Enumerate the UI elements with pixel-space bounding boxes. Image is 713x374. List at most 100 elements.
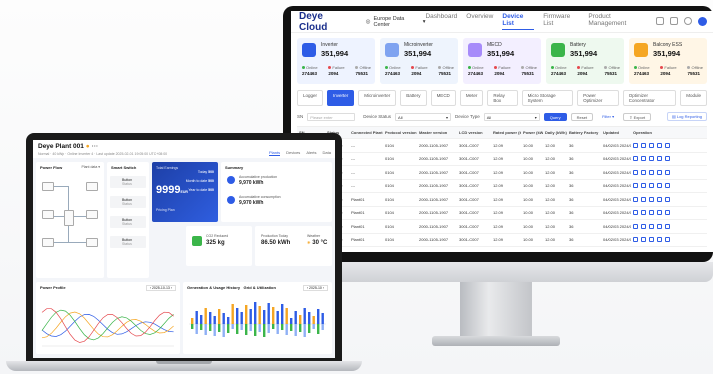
log-icon[interactable] bbox=[657, 210, 662, 216]
tab-inverter[interactable]: Inverter bbox=[327, 90, 355, 106]
table-row[interactable]: 2202109218OnlinePlant0101042000-1105-190… bbox=[297, 220, 707, 234]
upgrade-icon[interactable] bbox=[649, 196, 654, 202]
delete-icon[interactable] bbox=[665, 156, 670, 162]
view-icon[interactable] bbox=[633, 142, 638, 148]
edit-icon[interactable] bbox=[641, 196, 646, 202]
switch-item[interactable]: Button Status bbox=[110, 216, 146, 228]
table-row[interactable]: 2202109218Online---01042000-1105-1907300… bbox=[297, 139, 707, 153]
log-icon[interactable] bbox=[657, 183, 662, 189]
table-row[interactable]: 2202109218Online---01042000-1105-1907300… bbox=[297, 180, 707, 193]
stat-label: Failure bbox=[415, 65, 428, 70]
more-icon[interactable]: ⋯ bbox=[91, 143, 98, 150]
plant-tab-plants[interactable]: Plants bbox=[268, 150, 281, 156]
device-type-select[interactable]: All ▾ bbox=[483, 112, 540, 121]
gen-date-picker[interactable]: ‹ 2025-10 › bbox=[302, 285, 328, 291]
device-status-select[interactable]: All ▾ bbox=[395, 112, 452, 121]
plant-tab-data[interactable]: Data bbox=[323, 150, 331, 156]
nav-item-dashboard[interactable]: Dashboard bbox=[425, 13, 457, 30]
upgrade-icon[interactable] bbox=[649, 237, 654, 243]
view-icon[interactable] bbox=[633, 223, 638, 229]
delete-icon[interactable] bbox=[665, 169, 670, 175]
upgrade-icon[interactable] bbox=[649, 142, 654, 148]
table-row[interactable]: 2202109218Online---01042000-1105-1907300… bbox=[297, 153, 707, 166]
delete-icon[interactable] bbox=[665, 142, 670, 148]
log-icon[interactable] bbox=[657, 223, 662, 229]
edit-icon[interactable] bbox=[641, 223, 646, 229]
tab-battery[interactable]: Battery bbox=[400, 90, 427, 106]
view-icon[interactable] bbox=[633, 196, 638, 202]
view-icon[interactable] bbox=[633, 183, 638, 189]
tab-relay-box[interactable]: Relay Box bbox=[487, 90, 518, 106]
log-reporting-button[interactable]: ▤ Log Reporting bbox=[666, 112, 707, 121]
device-card-mecd[interactable]: MECD 351,994 Online 274463 Failure 2094 Offlin… bbox=[463, 38, 541, 84]
switch-item[interactable]: Button Status bbox=[110, 196, 146, 208]
status-dot-icon bbox=[551, 66, 554, 69]
view-icon[interactable] bbox=[633, 210, 638, 216]
tab-power-optimizer[interactable]: Power Optimizer bbox=[577, 90, 619, 106]
log-icon[interactable] bbox=[657, 169, 662, 175]
tab-meter[interactable]: Meter bbox=[459, 90, 484, 106]
tab-module[interactable]: Module bbox=[680, 90, 707, 106]
upgrade-icon[interactable] bbox=[649, 156, 654, 162]
avatar[interactable] bbox=[698, 17, 707, 26]
edit-icon[interactable] bbox=[641, 210, 646, 216]
pricing-plan-link[interactable]: Pricing Plan bbox=[156, 208, 175, 212]
delete-icon[interactable] bbox=[665, 223, 670, 229]
edit-icon[interactable] bbox=[641, 142, 646, 148]
table-row[interactable]: 2202109218OnlinePlant0101042000-1105-190… bbox=[297, 193, 707, 207]
device-card-battery[interactable]: Battery 351,994 Online 274463 Failure 2094 Off… bbox=[546, 38, 624, 84]
monitor-icon[interactable] bbox=[670, 17, 678, 25]
device-card-balcony-ess[interactable]: Balcony ESS 351,994 Online 274463 Failure 209… bbox=[629, 38, 707, 84]
device-card-inverter[interactable]: Inverter 351,994 Online 274463 Failure 2094 Of… bbox=[297, 38, 375, 84]
log-icon[interactable] bbox=[657, 142, 662, 148]
column-header: Daily (kWh) bbox=[545, 130, 567, 135]
tab-logger[interactable]: Logger bbox=[297, 90, 324, 106]
nav-item-product-management[interactable]: Product Management bbox=[588, 13, 646, 30]
log-icon[interactable] bbox=[657, 196, 662, 202]
delete-icon[interactable] bbox=[665, 183, 670, 189]
plant-data-dropdown[interactable]: Plant data ▾ bbox=[82, 165, 101, 169]
switch-item[interactable]: Button Status bbox=[110, 176, 146, 188]
settings-icon[interactable] bbox=[684, 17, 692, 25]
view-icon[interactable] bbox=[633, 169, 638, 175]
switch-item[interactable]: Button Status bbox=[110, 236, 146, 248]
edit-icon[interactable] bbox=[641, 183, 646, 189]
table-row[interactable]: 2202109218Online---01042000-1105-1907300… bbox=[297, 166, 707, 180]
edit-icon[interactable] bbox=[641, 237, 646, 243]
view-icon[interactable] bbox=[633, 156, 638, 162]
tab-microinverter[interactable]: Microinverter bbox=[358, 90, 397, 106]
sn-search-input[interactable]: Please enter bbox=[307, 112, 356, 121]
view-icon[interactable] bbox=[633, 237, 638, 243]
table-cell: 12.09 bbox=[491, 183, 521, 188]
profile-date-picker[interactable]: ‹ 2025-10-13 › bbox=[145, 285, 176, 291]
upgrade-icon[interactable] bbox=[649, 183, 654, 189]
upgrade-icon[interactable] bbox=[649, 169, 654, 175]
log-icon[interactable] bbox=[657, 237, 662, 243]
production-weather-panel: Production Today 86.50 kWh Weather ☀ 30 … bbox=[255, 226, 332, 266]
nav-item-firmware-list[interactable]: Firmware List bbox=[543, 13, 579, 30]
message-icon[interactable] bbox=[656, 17, 664, 25]
tab-micro-storage-system[interactable]: Micro Storage System bbox=[521, 90, 574, 106]
plant-tab-alerts[interactable]: Alerts bbox=[306, 150, 316, 156]
nav-item-overview[interactable]: Overview bbox=[466, 13, 493, 30]
delete-icon[interactable] bbox=[665, 237, 670, 243]
export-button[interactable]: ⇪ Export bbox=[623, 112, 652, 121]
log-icon[interactable] bbox=[657, 156, 662, 162]
upgrade-icon[interactable] bbox=[649, 210, 654, 216]
datacenter-selector[interactable]: ◎ Europe Data Center ▾ bbox=[366, 16, 426, 28]
tab-mecd[interactable]: MECD bbox=[430, 90, 456, 106]
edit-icon[interactable] bbox=[641, 169, 646, 175]
plant-tab-devices[interactable]: Devices bbox=[286, 150, 300, 156]
table-row[interactable]: 2202109218OnlinePlant0101042000-1105-190… bbox=[297, 207, 707, 220]
nav-item-device-list[interactable]: Device List bbox=[502, 13, 535, 30]
delete-icon[interactable] bbox=[665, 210, 670, 216]
upgrade-icon[interactable] bbox=[649, 223, 654, 229]
reset-button[interactable]: Reset bbox=[570, 112, 594, 121]
device-card-microinverter[interactable]: Microinverter 351,994 Online 274463 Failure 2… bbox=[380, 38, 458, 84]
tab-optimizer-concentrator[interactable]: Optimizer Concentrator bbox=[622, 90, 677, 106]
table-row[interactable]: 2202109218OnlinePlant0101042000-1105-190… bbox=[297, 234, 707, 247]
filter-button[interactable]: Filter ▾ bbox=[597, 112, 620, 121]
delete-icon[interactable] bbox=[665, 196, 670, 202]
edit-icon[interactable] bbox=[641, 156, 646, 162]
query-button[interactable]: Query bbox=[543, 112, 567, 121]
